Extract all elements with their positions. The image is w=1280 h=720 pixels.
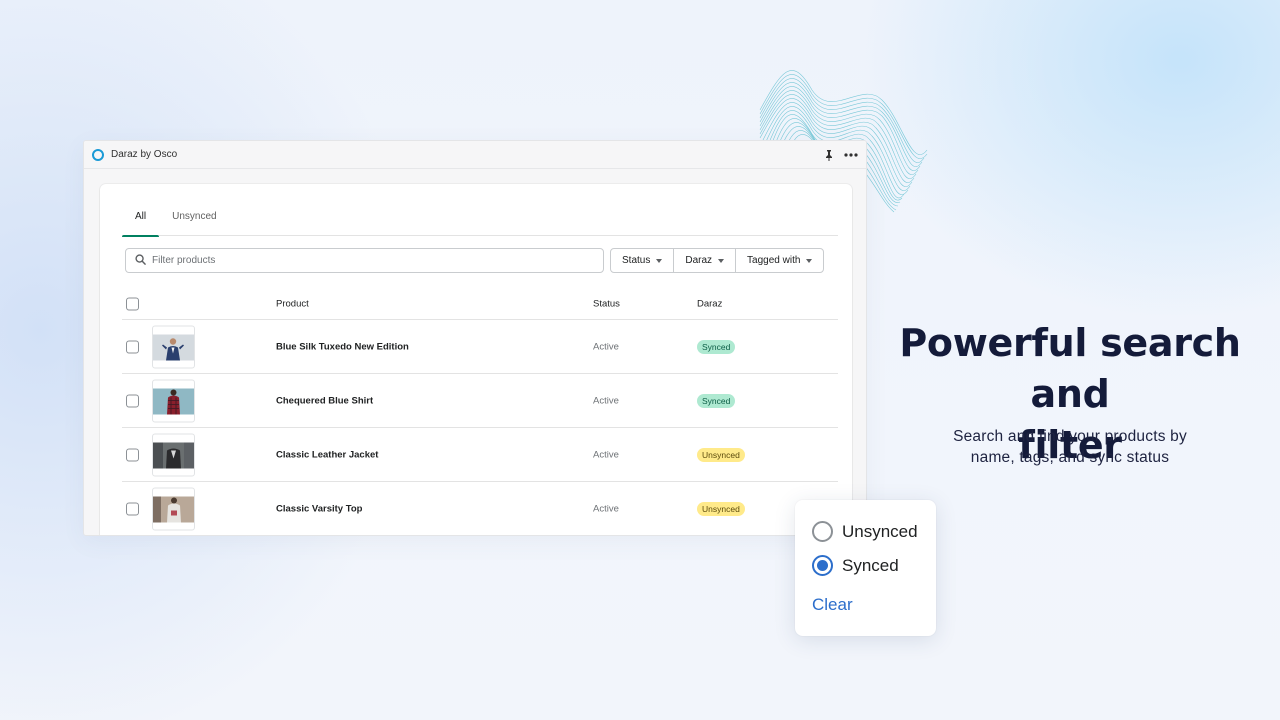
product-thumbnail [152, 379, 195, 422]
daraz-filter-popover: Unsynced Synced Clear [795, 500, 936, 636]
product-status: Active [593, 503, 619, 515]
product-status: Active [593, 395, 619, 406]
caret-down-icon [806, 258, 813, 263]
pin-icon[interactable] [824, 149, 834, 161]
app-window: Daraz by Osco All Unsynced Status [83, 140, 867, 536]
promo-subtext-line-1: Search and find your products by [953, 428, 1187, 445]
product-name[interactable]: Chequered Blue Shirt [276, 395, 373, 406]
product-status: Active [593, 449, 619, 460]
table-row[interactable]: Classic Varsity Top Active Unsynced [122, 482, 838, 535]
tab-all[interactable]: All [122, 204, 160, 237]
table-row[interactable]: Classic Leather Jacket Active Unsynced [122, 428, 838, 482]
sync-status-badge: Unsynced [697, 447, 745, 462]
tagged-with-filter-button[interactable]: Tagged with [736, 249, 823, 272]
titlebar: Daraz by Osco [84, 141, 866, 169]
status-filter-label: Status [622, 255, 651, 266]
tagged-with-filter-label: Tagged with [747, 255, 801, 266]
row-checkbox[interactable] [126, 394, 139, 407]
product-status: Active [593, 341, 619, 352]
row-checkbox[interactable] [126, 340, 139, 353]
table-header-row: Product Status Daraz [122, 288, 838, 320]
clear-filter-link[interactable]: Clear [812, 595, 853, 615]
radio-option-synced[interactable]: Synced [812, 555, 899, 576]
tab-unsynced[interactable]: Unsynced [159, 204, 229, 236]
search-icon [135, 252, 146, 270]
status-filter-button[interactable]: Status [611, 249, 675, 272]
caret-down-icon [718, 258, 725, 263]
row-checkbox[interactable] [126, 448, 139, 461]
search-input[interactable] [152, 255, 592, 266]
promo-subtext-line-2: name, tags, and sync status [970, 449, 1170, 466]
promo-headline-line-1: Powerful search and [899, 321, 1241, 416]
titlebar-actions [824, 149, 858, 161]
app-title: Daraz by Osco [111, 149, 178, 160]
row-checkbox[interactable] [126, 502, 139, 516]
product-name[interactable]: Blue Silk Tuxedo New Edition [276, 341, 409, 352]
promo-subtext: Search and find your products by name, t… [920, 426, 1220, 468]
products-card: All Unsynced Status Daraz Tagged with [100, 184, 852, 535]
radio-option-unsynced[interactable]: Unsynced [812, 521, 918, 542]
column-header-product: Product [276, 298, 309, 309]
app-logo-icon [92, 148, 104, 161]
sync-status-badge: Unsynced [697, 502, 745, 516]
radio-button[interactable] [812, 521, 833, 542]
more-icon[interactable] [844, 152, 858, 157]
daraz-filter-button[interactable]: Daraz [674, 249, 737, 272]
table-row[interactable]: Blue Silk Tuxedo New Edition Active Sync… [122, 320, 838, 374]
sync-status-badge: Synced [697, 339, 736, 354]
column-header-daraz: Daraz [697, 298, 723, 309]
select-all-checkbox[interactable] [126, 297, 139, 310]
sync-status-badge: Synced [697, 393, 736, 408]
radio-label: Synced [842, 555, 899, 575]
daraz-filter-label: Daraz [685, 255, 713, 266]
radio-button[interactable] [812, 555, 833, 576]
table-row[interactable]: Chequered Blue Shirt Active Synced [122, 374, 838, 428]
radio-label: Unsynced [842, 521, 918, 541]
tabs: All Unsynced [122, 204, 838, 237]
product-name[interactable]: Classic Varsity Top [276, 504, 362, 515]
products-table: Product Status Daraz Blue Silk Tuxedo Ne… [122, 288, 838, 535]
product-thumbnail [152, 325, 195, 368]
product-thumbnail [152, 487, 195, 531]
column-header-status: Status [593, 298, 620, 309]
filter-group: Status Daraz Tagged with [610, 248, 825, 273]
search-field[interactable] [125, 248, 604, 273]
caret-down-icon [656, 258, 663, 263]
product-name[interactable]: Classic Leather Jacket [276, 449, 378, 460]
product-thumbnail [152, 433, 195, 476]
